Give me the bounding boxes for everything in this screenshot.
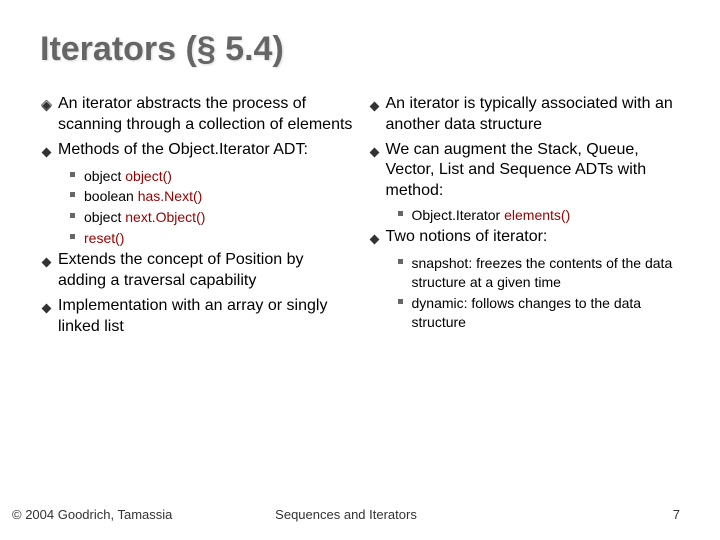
square-icon bbox=[70, 172, 84, 177]
footer-title: Sequences and Iterators bbox=[235, 507, 458, 522]
diamond-icon bbox=[368, 145, 386, 163]
square-icon bbox=[398, 211, 412, 216]
bullet-r1: An iterator is typically associated with… bbox=[368, 94, 681, 136]
footer-copyright: © 2004 Goodrich, Tamassia bbox=[0, 507, 235, 522]
left-column: An iterator abstracts the process of sca… bbox=[40, 94, 353, 341]
bullet-r3: Two notions of iterator: bbox=[368, 227, 681, 250]
content-columns: An iterator abstracts the process of sca… bbox=[40, 94, 680, 341]
sub-text: object object() bbox=[84, 167, 172, 186]
sub-text: boolean has.Next() bbox=[84, 187, 202, 206]
subbullet: snapshot: freezes the contents of the da… bbox=[398, 254, 681, 292]
bullet-text: An iterator is typically associated with… bbox=[386, 94, 681, 136]
bullet-l3: Extends the concept of Position by addin… bbox=[40, 250, 353, 292]
slide-title: Iterators (§ 5.4) bbox=[40, 30, 680, 69]
subbullet: dynamic: follows changes to the data str… bbox=[398, 294, 681, 332]
diamond-icon bbox=[368, 232, 386, 250]
right-column: An iterator is typically associated with… bbox=[368, 94, 681, 341]
bullet-text: We can augment the Stack, Queue, Vector,… bbox=[386, 140, 681, 202]
bullet-r2: We can augment the Stack, Queue, Vector,… bbox=[368, 140, 681, 202]
square-icon bbox=[70, 234, 84, 239]
square-icon bbox=[70, 213, 84, 218]
bullet-l4: Implementation with an array or singly l… bbox=[40, 296, 353, 338]
sub-text: snapshot: freezes the contents of the da… bbox=[412, 254, 681, 292]
square-icon bbox=[70, 192, 84, 197]
footer-page-number: 7 bbox=[457, 507, 720, 522]
bullet-text: Implementation with an array or singly l… bbox=[58, 296, 353, 338]
bullet-text: Methods of the Object.Iterator ADT: bbox=[58, 140, 308, 161]
bullet-l2: Methods of the Object.Iterator ADT: bbox=[40, 140, 353, 163]
diamond-icon bbox=[40, 255, 58, 273]
diamond-icon bbox=[40, 99, 58, 117]
bullet-l1: An iterator abstracts the process of sca… bbox=[40, 94, 353, 136]
diamond-icon bbox=[40, 145, 58, 163]
sub-text: reset() bbox=[84, 229, 124, 248]
subbullet: Object.Iterator elements() bbox=[398, 206, 681, 225]
square-icon bbox=[398, 259, 412, 264]
diamond-icon bbox=[40, 301, 58, 319]
sub-text: Object.Iterator elements() bbox=[412, 206, 571, 225]
square-icon bbox=[398, 299, 412, 304]
sub-text: dynamic: follows changes to the data str… bbox=[412, 294, 681, 332]
sub-text: object next.Object() bbox=[84, 208, 205, 227]
slide-footer: © 2004 Goodrich, Tamassia Sequences and … bbox=[0, 507, 720, 522]
bullet-text: An iterator abstracts the process of sca… bbox=[58, 94, 353, 136]
subbullet: object next.Object() bbox=[70, 208, 353, 227]
bullet-text: Two notions of iterator: bbox=[386, 227, 548, 248]
diamond-icon bbox=[368, 99, 386, 117]
bullet-text: Extends the concept of Position by addin… bbox=[58, 250, 353, 292]
subbullet: boolean has.Next() bbox=[70, 187, 353, 206]
subbullet: object object() bbox=[70, 167, 353, 186]
subbullet: reset() bbox=[70, 229, 353, 248]
